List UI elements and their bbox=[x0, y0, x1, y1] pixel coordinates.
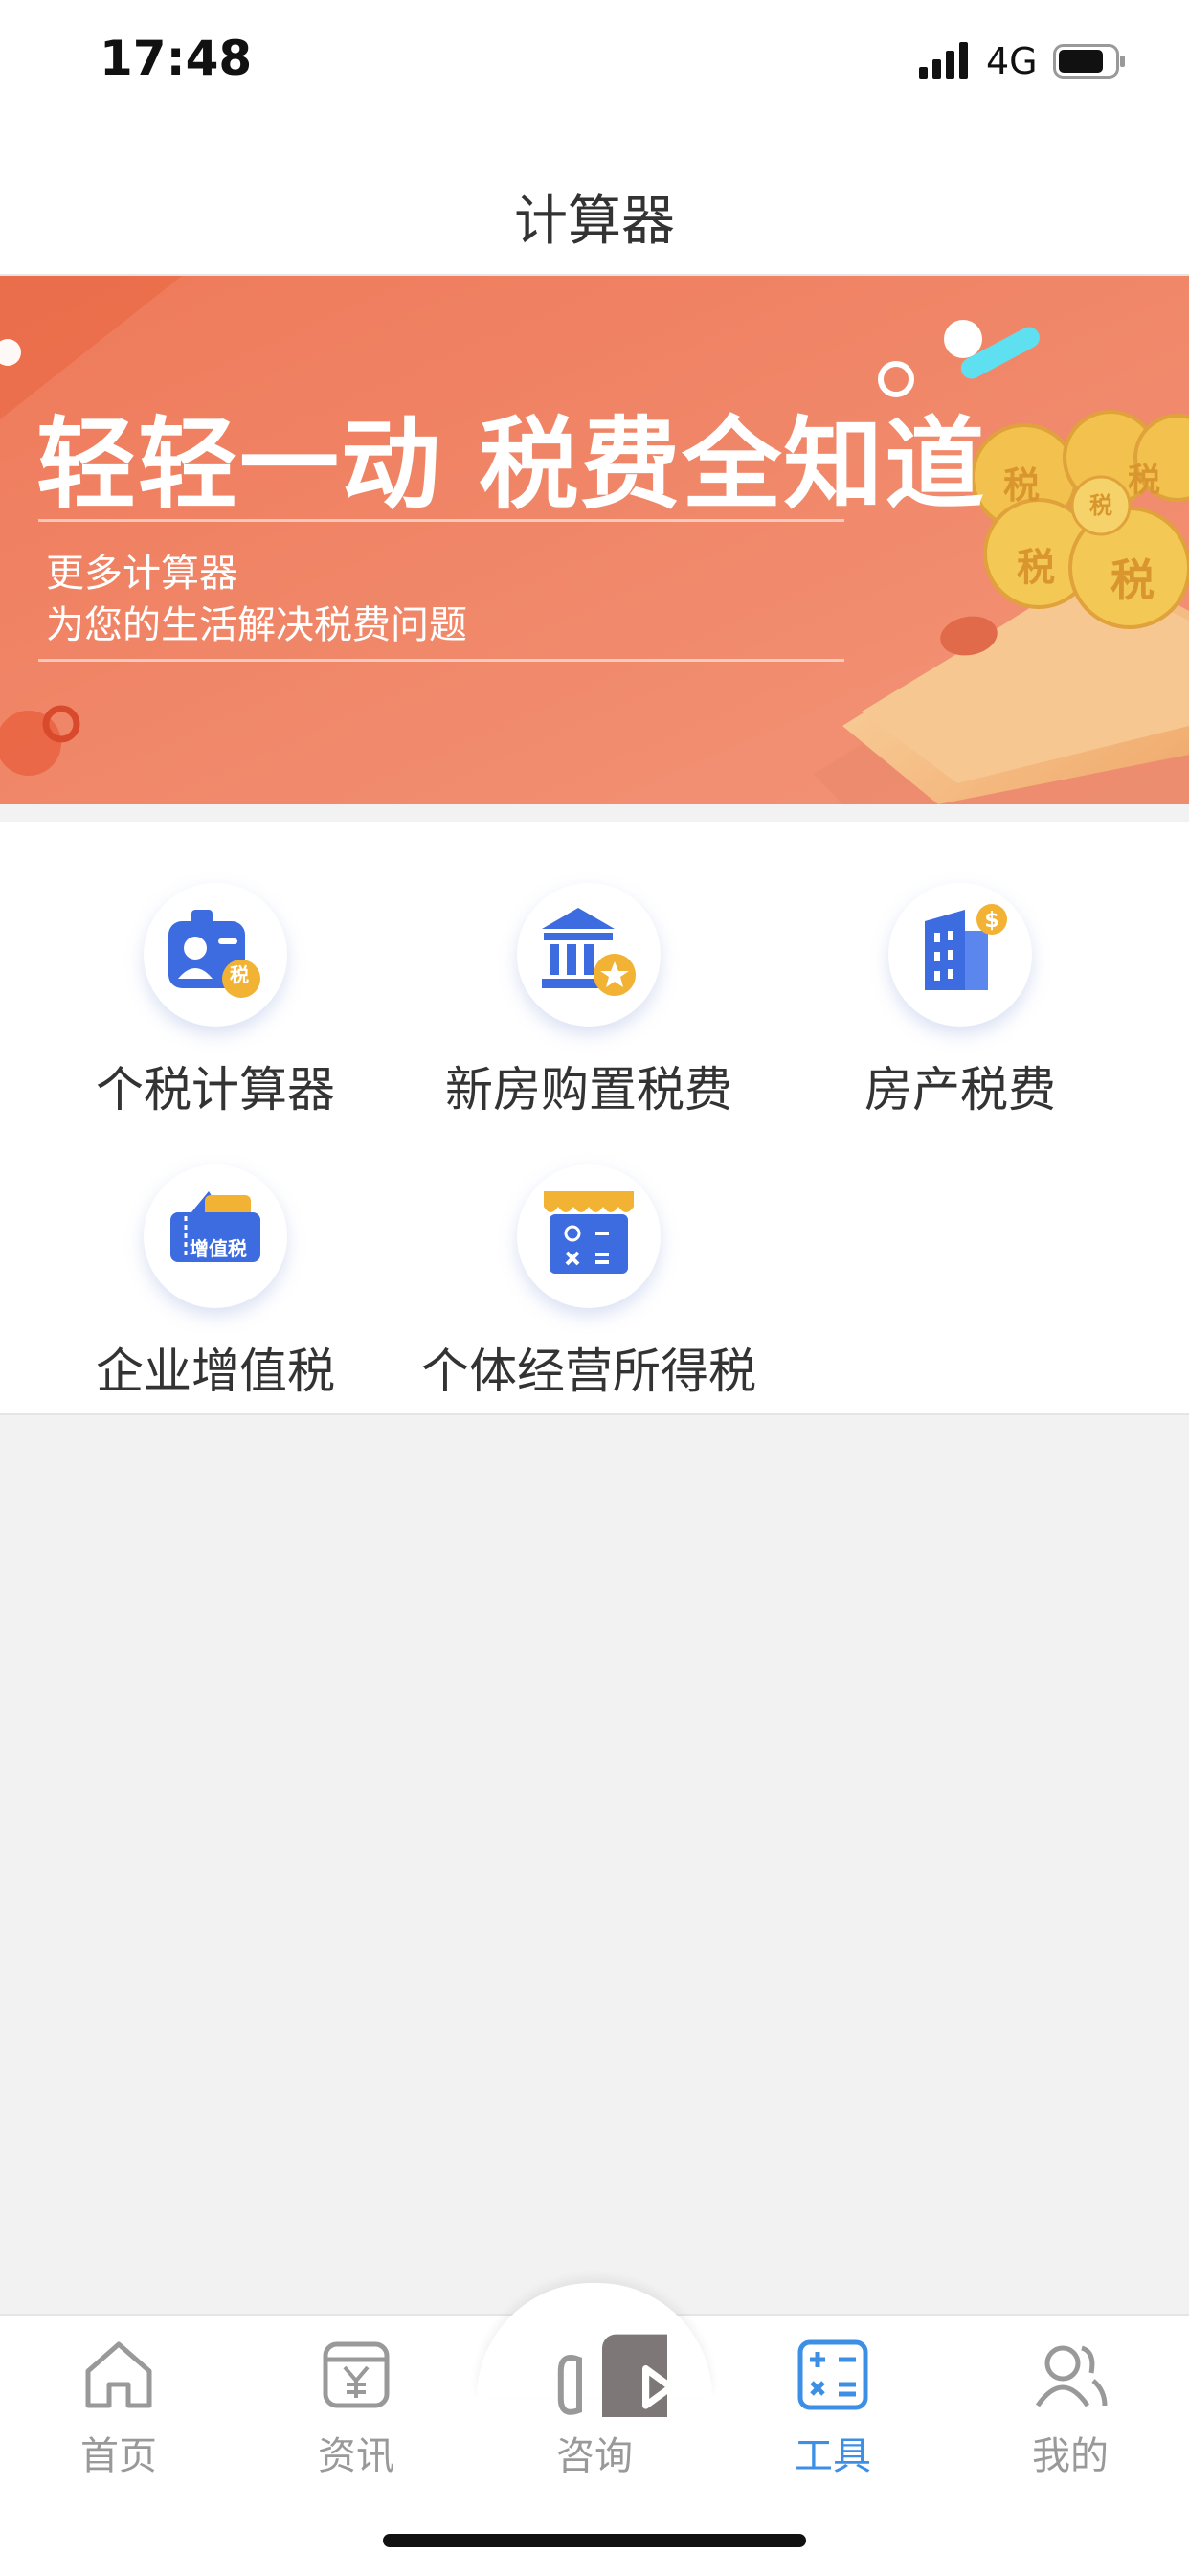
calculator-icon bbox=[797, 2339, 868, 2410]
tab-label: 首页 bbox=[80, 2434, 157, 2478]
home-icon bbox=[85, 2341, 152, 2408]
coin-label: 税 bbox=[1003, 464, 1041, 507]
tool-label: 个税计算器 bbox=[96, 1062, 335, 1118]
network-type: 4G bbox=[986, 40, 1038, 82]
tool-label: 企业增值税 bbox=[96, 1344, 335, 1399]
news-yen-icon bbox=[323, 2341, 390, 2408]
shop-calculator-icon bbox=[544, 1191, 634, 1274]
cellular-signal-icon bbox=[919, 42, 968, 79]
coin-label: 税 bbox=[1089, 492, 1112, 519]
coin-label: 税 bbox=[1128, 462, 1160, 500]
banner-headline: 轻轻一动 税费全知道 bbox=[36, 406, 987, 523]
tab-consult[interactable]: 咨询 bbox=[476, 2334, 713, 2480]
tab-news[interactable]: 资讯 bbox=[237, 2337, 475, 2480]
status-time: 17:48 bbox=[100, 31, 253, 86]
tool-label: 房产税费 bbox=[864, 1062, 1056, 1118]
bank-building-star-icon bbox=[542, 908, 636, 996]
tool-icon-circle bbox=[517, 883, 661, 1027]
banner-subtitle: 为您的生活解决税费问题 bbox=[46, 603, 467, 647]
coin-label: 税 bbox=[1017, 546, 1055, 590]
tool-icon-circle: 税 bbox=[144, 883, 287, 1027]
banner-divider bbox=[38, 659, 844, 662]
tab-label: 资讯 bbox=[318, 2434, 394, 2478]
building-dollar-icon: $ bbox=[925, 904, 1007, 990]
tab-home[interactable]: 首页 bbox=[0, 2337, 237, 2480]
battery-icon bbox=[1053, 44, 1125, 79]
video-play-icon bbox=[557, 2334, 667, 2417]
page-title: 计算器 bbox=[514, 191, 675, 253]
tab-tools[interactable]: 工具 bbox=[714, 2337, 952, 2480]
status-bar: 17:48 4G bbox=[0, 0, 1189, 134]
tool-vat[interactable]: 增值税 企业增值税 bbox=[29, 1164, 402, 1423]
tool-property-tax[interactable]: $ 房产税费 bbox=[774, 883, 1147, 1141]
id-card-tax-icon bbox=[168, 910, 260, 998]
tab-label: 我的 bbox=[1032, 2434, 1109, 2478]
tax-badge-text: 税 bbox=[230, 963, 249, 986]
promo-banner[interactable]: 税 税 税 税 税 轻轻一动 税费全知道 更多计算器 为您的生活解决税费问题 bbox=[0, 276, 1189, 804]
banner-subtitle: 更多计算器 bbox=[46, 552, 237, 596]
tool-income-tax[interactable]: 税 个税计算器 bbox=[29, 883, 402, 1141]
svg-text:$: $ bbox=[984, 909, 998, 933]
banner-decoration bbox=[0, 276, 1189, 804]
home-indicator bbox=[383, 2534, 806, 2547]
tab-mine[interactable]: 我的 bbox=[952, 2337, 1189, 2480]
tool-label: 个体经营所得税 bbox=[421, 1344, 756, 1399]
tool-label: 新房购置税费 bbox=[445, 1062, 732, 1118]
tool-business-income-tax[interactable]: 个体经营所得税 bbox=[402, 1164, 775, 1423]
tool-icon-circle bbox=[517, 1164, 661, 1308]
tab-label: 咨询 bbox=[556, 2434, 633, 2478]
tool-icon-circle: $ bbox=[888, 883, 1032, 1027]
calculator-grid: 税 个税计算器 新房购置税费 $ 房产税费 增值税 企业增值税 个体经营所得税 bbox=[0, 822, 1189, 1415]
coin-label: 税 bbox=[1110, 554, 1155, 606]
users-icon bbox=[1035, 2345, 1108, 2407]
tool-icon-circle: 增值税 bbox=[144, 1164, 287, 1308]
vat-icon-text: 增值税 bbox=[190, 1237, 247, 1260]
tool-new-house-tax[interactable]: 新房购置税费 bbox=[402, 883, 775, 1141]
banner-divider bbox=[38, 519, 844, 522]
tab-label: 工具 bbox=[795, 2434, 871, 2478]
